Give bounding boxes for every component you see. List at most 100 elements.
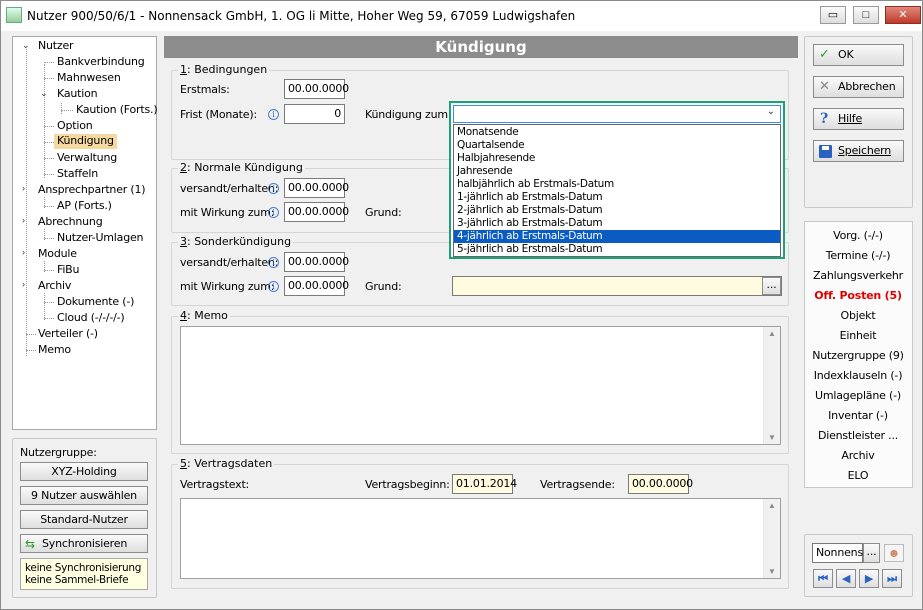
tree-item-nutzer[interactable]: Nutzer <box>38 39 74 52</box>
navigation-tree: ⌄ Nutzer Bankverbindung Mahnwesen ⌄ Kaut… <box>12 36 158 430</box>
expand-ansprechpartner-icon[interactable]: › <box>22 183 25 193</box>
erstmals-field[interactable]: 00.00.0000 <box>284 79 349 99</box>
tree-item-nutzer-umlagen[interactable]: Nutzer-Umlagen <box>57 231 144 244</box>
tree-item-cloud[interactable]: Cloud (-/-/-/-) <box>57 311 125 324</box>
dropdown-option[interactable]: halbjährlich ab Erstmals-Datum <box>454 178 780 191</box>
collapse-kaution-icon[interactable]: ⌄ <box>40 88 48 99</box>
first-record-icon[interactable]: ⏮ <box>813 569 833 588</box>
scroll-up-icon[interactable]: ▲ <box>768 329 776 338</box>
vertragstext-scrollbar[interactable]: ▲ ▼ <box>763 499 780 578</box>
collapse-nutzer-icon[interactable]: ⌄ <box>22 40 30 51</box>
tree-item-kaution-forts[interactable]: Kaution (Forts.) <box>76 103 158 116</box>
normale-versandt-field[interactable]: 00.00.0000 <box>284 178 349 198</box>
frist-info-icon[interactable]: i <box>268 109 279 120</box>
link-vorgaenge[interactable]: Vorg. (-/-) <box>804 229 912 242</box>
sonder-wirkung-info-icon[interactable]: i <box>268 281 279 292</box>
frist-field[interactable]: 0 <box>284 104 345 124</box>
navigator-search-button[interactable]: ... <box>863 543 880 563</box>
maximize-button[interactable]: □ <box>853 6 879 24</box>
sync-note-line1: keine Synchronisierung <box>25 562 142 574</box>
link-umlageplaene[interactable]: Umlagepläne (-) <box>804 389 912 402</box>
link-zahlungsverkehr[interactable]: Zahlungsverkehr <box>804 269 912 282</box>
tree-item-verwaltung[interactable]: Verwaltung <box>57 151 117 164</box>
tree-item-ansprechpartner[interactable]: Ansprechpartner (1) <box>38 183 146 196</box>
tree-item-kaution[interactable]: Kaution <box>57 87 98 100</box>
sonder-grund-browse-button[interactable]: ... <box>762 277 781 295</box>
memo-scrollbar[interactable]: ▲ ▼ <box>763 327 780 444</box>
vertragsbeginn-field[interactable]: 01.01.2014 <box>452 474 517 494</box>
link-objekt[interactable]: Objekt <box>804 309 912 322</box>
minimize-button[interactable]: ▭ <box>820 6 846 24</box>
chevron-down-icon[interactable]: ⌄ <box>767 106 775 117</box>
standard-user-button[interactable]: Standard-Nutzer <box>20 510 148 529</box>
navigator-search-field[interactable]: Nonnens <box>812 543 863 563</box>
speichern-button[interactable]: Speichern <box>813 140 904 162</box>
sonder-wirkung-label: mit Wirkung zum: <box>180 280 275 293</box>
dropdown-option[interactable]: Jahresende <box>454 165 780 178</box>
tree-item-verteiler[interactable]: Verteiler (-) <box>38 327 98 340</box>
tree-item-mahnwesen[interactable]: Mahnwesen <box>57 71 121 84</box>
tree-item-fibu[interactable]: FiBu <box>57 263 80 276</box>
normale-grund-label: Grund: <box>365 206 402 219</box>
tree-item-archiv[interactable]: Archiv <box>38 279 71 292</box>
scroll-down-icon[interactable]: ▼ <box>768 567 776 576</box>
sonder-wirkung-field[interactable]: 00.00.0000 <box>284 276 349 296</box>
tree-item-memo[interactable]: Memo <box>38 343 71 356</box>
vertragsende-field[interactable]: 00.00.0000 <box>628 474 693 494</box>
tree-item-abrechnung[interactable]: Abrechnung <box>38 215 103 228</box>
link-elo[interactable]: ELO <box>804 469 912 482</box>
sonder-versandt-info-icon[interactable]: i <box>268 257 279 268</box>
normale-wirkung-field[interactable]: 00.00.0000 <box>284 202 349 222</box>
help-icon: ? <box>820 111 829 127</box>
scroll-down-icon[interactable]: ▼ <box>768 433 776 442</box>
link-dienstleister[interactable]: Dienstleister ... <box>804 429 912 442</box>
dropdown-option[interactable]: 2-jährlich ab Erstmals-Datum <box>454 204 780 217</box>
tree-item-kuendigung[interactable]: Kündigung <box>54 134 117 149</box>
dropdown-option[interactable]: 3-jährlich ab Erstmals-Datum <box>454 217 780 230</box>
memo-textarea[interactable]: ▲ ▼ <box>180 326 781 445</box>
sonder-grund-field[interactable] <box>452 276 782 296</box>
normale-versandt-info-icon[interactable]: i <box>268 183 279 194</box>
last-record-icon[interactable]: ⏭ <box>882 569 902 588</box>
dropdown-option[interactable]: 1-jährlich ab Erstmals-Datum <box>454 191 780 204</box>
sync-button[interactable]: ⇆ Synchronisieren <box>20 534 148 553</box>
link-termine[interactable]: Termine (-/-) <box>804 249 912 262</box>
normale-wirkung-label: mit Wirkung zum: <box>180 206 275 219</box>
normale-wirkung-info-icon[interactable]: i <box>268 207 279 218</box>
kuendigung-zum-dropdown[interactable]: ⌄ Monatsende Quartalsende Halbjahresende… <box>449 101 785 259</box>
dropdown-option[interactable]: Monatsende <box>454 126 780 139</box>
link-einheit[interactable]: Einheit <box>804 329 912 342</box>
link-nutzergruppe[interactable]: Nutzergruppe (9) <box>804 349 912 362</box>
ok-button[interactable]: ✓ OK <box>813 44 904 66</box>
previous-record-icon[interactable]: ◀ <box>836 569 856 588</box>
tree-item-module[interactable]: Module <box>38 247 77 260</box>
hilfe-button[interactable]: ? Hilfe <box>813 108 904 130</box>
expand-module-icon[interactable]: › <box>22 247 25 257</box>
dropdown-option-highlighted[interactable]: 4-jährlich ab Erstmals-Datum <box>454 230 780 243</box>
expand-archiv-icon[interactable]: › <box>22 279 25 289</box>
dropdown-option[interactable]: 5-jährlich ab Erstmals-Datum <box>454 243 780 256</box>
select-users-button[interactable]: 9 Nutzer auswählen <box>20 486 148 505</box>
next-record-icon[interactable]: ▶ <box>859 569 879 588</box>
dropdown-option[interactable]: Halbjahresende <box>454 152 780 165</box>
dropdown-option[interactable]: Quartalsende <box>454 139 780 152</box>
sonder-versandt-field[interactable]: 00.00.0000 <box>284 252 349 272</box>
tree-item-dokumente[interactable]: Dokumente (-) <box>57 295 134 308</box>
tree-item-staffeln[interactable]: Staffeln <box>57 167 98 180</box>
close-button[interactable]: ✕ <box>885 6 921 24</box>
scroll-up-icon[interactable]: ▲ <box>768 501 776 510</box>
vertragsende-label: Vertragsende: <box>540 478 615 491</box>
link-offene-posten[interactable]: Off. Posten (5) <box>804 289 912 302</box>
expand-abrechnung-icon[interactable]: › <box>22 215 25 225</box>
tree-item-ap-forts[interactable]: AP (Forts.) <box>57 199 112 212</box>
tree-item-option[interactable]: Option <box>57 119 93 132</box>
kuendigung-zum-select[interactable]: ⌄ <box>453 105 781 123</box>
link-inventar[interactable]: Inventar (-) <box>804 409 912 422</box>
abbrechen-button[interactable]: ✕ Abbrechen <box>813 76 904 98</box>
link-indexklauseln[interactable]: Indexklauseln (-) <box>804 369 912 382</box>
link-archiv[interactable]: Archiv <box>804 449 912 462</box>
tree-item-bankverbindung[interactable]: Bankverbindung <box>57 55 145 68</box>
users-icon[interactable]: ☻ <box>884 544 904 562</box>
xyz-holding-button[interactable]: XYZ-Holding <box>20 462 148 481</box>
vertragstext-textarea[interactable]: ▲ ▼ <box>180 498 781 579</box>
